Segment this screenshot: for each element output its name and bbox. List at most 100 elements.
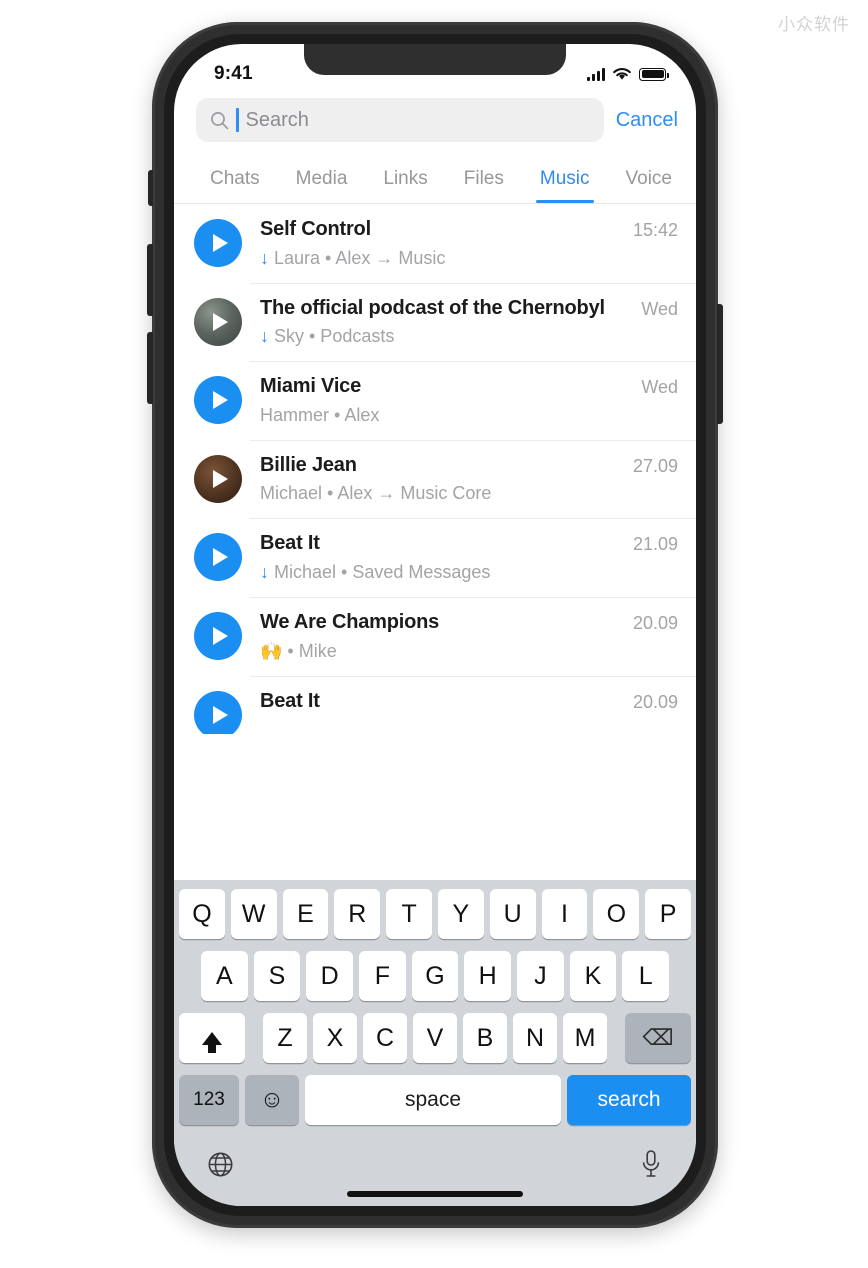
play-icon-blue[interactable] <box>194 376 242 425</box>
key-l[interactable]: L <box>622 951 670 1001</box>
key-p[interactable]: P <box>645 889 691 939</box>
key-q[interactable]: Q <box>179 889 225 939</box>
list-item-title: The official podcast of the Chernobyl <box>260 296 605 319</box>
list-item-title: Miami Vice <box>260 375 362 398</box>
list-item-date: Wed <box>641 377 678 398</box>
notch <box>304 44 566 75</box>
list-item[interactable]: We Are Champions 🙌 • Mike 20.09 <box>174 596 696 676</box>
search-bar: Search Cancel <box>174 90 696 154</box>
key-n[interactable]: N <box>513 1013 557 1063</box>
list-item-subtitle: ↓ Sky • Podcasts <box>260 323 631 350</box>
space-key[interactable]: space <box>305 1075 561 1125</box>
tab-links[interactable]: Links <box>365 168 445 203</box>
key-d[interactable]: D <box>306 951 353 1001</box>
list-item-content: We Are Champions 🙌 • Mike <box>242 609 633 665</box>
keyboard-row-1: Q W E R T Y U I O P <box>179 889 691 939</box>
key-i[interactable]: I <box>541 889 588 939</box>
key-k[interactable]: K <box>569 951 617 1001</box>
tab-chats[interactable]: Chats <box>192 168 278 203</box>
key-u[interactable]: U <box>489 889 536 939</box>
key-a[interactable]: A <box>200 951 248 1001</box>
key-z[interactable]: Z <box>263 1013 307 1063</box>
keyboard-bottom-bar <box>179 1133 691 1189</box>
play-icon-blue[interactable] <box>194 533 242 582</box>
key-g[interactable]: G <box>411 951 459 1001</box>
list-item-content: Self Control ↓ Laura • Alex → Music <box>242 216 633 272</box>
list-item[interactable]: The official podcast of the Chernobyl ↓ … <box>174 282 696 362</box>
phone-bezel: 9:41 Search Cancel Chats Media Links Fil… <box>164 34 706 1216</box>
list-item-content: Miami Vice Hammer • Alex <box>242 373 641 429</box>
key-v[interactable]: V <box>413 1013 457 1063</box>
shift-key[interactable] <box>179 1013 245 1063</box>
cancel-button[interactable]: Cancel <box>616 109 682 132</box>
search-input[interactable]: Search <box>196 98 604 142</box>
volume-down-button[interactable] <box>147 332 153 404</box>
phone-frame: 9:41 Search Cancel Chats Media Links Fil… <box>147 22 723 1228</box>
list-item[interactable]: Beat It 20.09 <box>174 675 696 734</box>
keyboard-row-2: A S D F G H J K L <box>179 951 691 1001</box>
list-item-subtitle-text: Michael • Alex → Music Core <box>260 483 492 504</box>
key-t[interactable]: T <box>386 889 432 939</box>
list-item-subtitle: Michael • Alex → Music Core <box>260 480 623 507</box>
status-indicators <box>587 67 669 82</box>
key-gap <box>613 1013 619 1063</box>
list-item-content: The official podcast of the Chernobyl ↓ … <box>242 295 641 351</box>
key-f[interactable]: F <box>359 951 406 1001</box>
key-c[interactable]: C <box>363 1013 407 1063</box>
microphone-icon[interactable] <box>639 1149 663 1179</box>
search-results-list[interactable]: Self Control ↓ Laura • Alex → Music 15:4… <box>174 204 696 734</box>
key-x[interactable]: X <box>313 1013 357 1063</box>
list-item-subtitle-text: Sky • Podcasts <box>274 326 395 347</box>
tab-music[interactable]: Music <box>522 168 608 203</box>
list-item-title: Self Control <box>260 218 371 240</box>
key-r[interactable]: R <box>334 889 381 939</box>
power-button[interactable] <box>717 304 723 424</box>
key-h[interactable]: H <box>464 951 512 1001</box>
key-e[interactable]: E <box>282 889 329 939</box>
search-icon <box>211 111 229 129</box>
key-j[interactable]: J <box>517 951 564 1001</box>
play-icon-blue[interactable] <box>194 219 242 267</box>
list-item-content: Beat It ↓ Michael • Saved Messages <box>242 530 633 586</box>
album-art-podcast[interactable] <box>194 297 242 346</box>
tab-files[interactable]: Files <box>446 168 522 203</box>
backspace-key[interactable]: ⌫ <box>625 1013 691 1063</box>
list-item-subtitle: Hammer • Alex <box>260 402 631 429</box>
key-w[interactable]: W <box>230 889 277 939</box>
key-m[interactable]: M <box>563 1013 607 1063</box>
tab-voice[interactable]: Voice <box>608 168 690 203</box>
search-return-key[interactable]: search <box>567 1075 691 1125</box>
download-icon: ↓ <box>260 247 269 268</box>
search-placeholder: Search <box>245 108 309 131</box>
globe-icon[interactable] <box>207 1151 234 1178</box>
list-item[interactable]: Billie Jean Michael • Alex → Music Core … <box>174 439 696 519</box>
numbers-key[interactable]: 123 <box>179 1075 239 1125</box>
key-y[interactable]: Y <box>438 889 484 939</box>
play-icon-blue[interactable] <box>194 611 242 660</box>
keyboard-row-3: Z X C V B N M ⌫ <box>179 1013 691 1063</box>
album-art-billie-jean[interactable] <box>194 454 242 503</box>
list-item-subtitle: ↓ Michael • Saved Messages <box>260 559 623 586</box>
home-indicator[interactable] <box>347 1191 523 1197</box>
mute-switch[interactable] <box>148 170 153 206</box>
download-icon: ↓ <box>260 326 269 347</box>
list-item-content: Billie Jean Michael • Alex → Music Core <box>242 452 633 508</box>
list-item[interactable]: Miami Vice Hammer • Alex Wed <box>174 361 696 440</box>
list-item-subtitle-text: 🙌 • Mike <box>260 640 337 661</box>
key-o[interactable]: O <box>593 889 640 939</box>
tab-media[interactable]: Media <box>278 168 366 203</box>
list-item-date: 20.09 <box>632 691 678 712</box>
volume-up-button[interactable] <box>147 244 153 316</box>
download-icon: ↓ <box>260 561 269 582</box>
list-item[interactable]: Beat It ↓ Michael • Saved Messages 21.09 <box>174 518 696 597</box>
emoji-key[interactable]: ☺ <box>245 1075 299 1125</box>
battery-full-icon <box>639 67 669 81</box>
status-time: 9:41 <box>214 63 253 84</box>
key-s[interactable]: S <box>253 951 301 1001</box>
on-screen-keyboard[interactable]: Q W E R T Y U I O P A S D F G H J K L Z … <box>174 880 696 1206</box>
key-b[interactable]: B <box>463 1013 507 1063</box>
list-item-title: Beat It <box>260 689 320 712</box>
list-item-date: Wed <box>641 298 678 319</box>
list-item[interactable]: Self Control ↓ Laura • Alex → Music 15:4… <box>174 204 696 283</box>
play-icon-blue[interactable] <box>194 690 242 734</box>
